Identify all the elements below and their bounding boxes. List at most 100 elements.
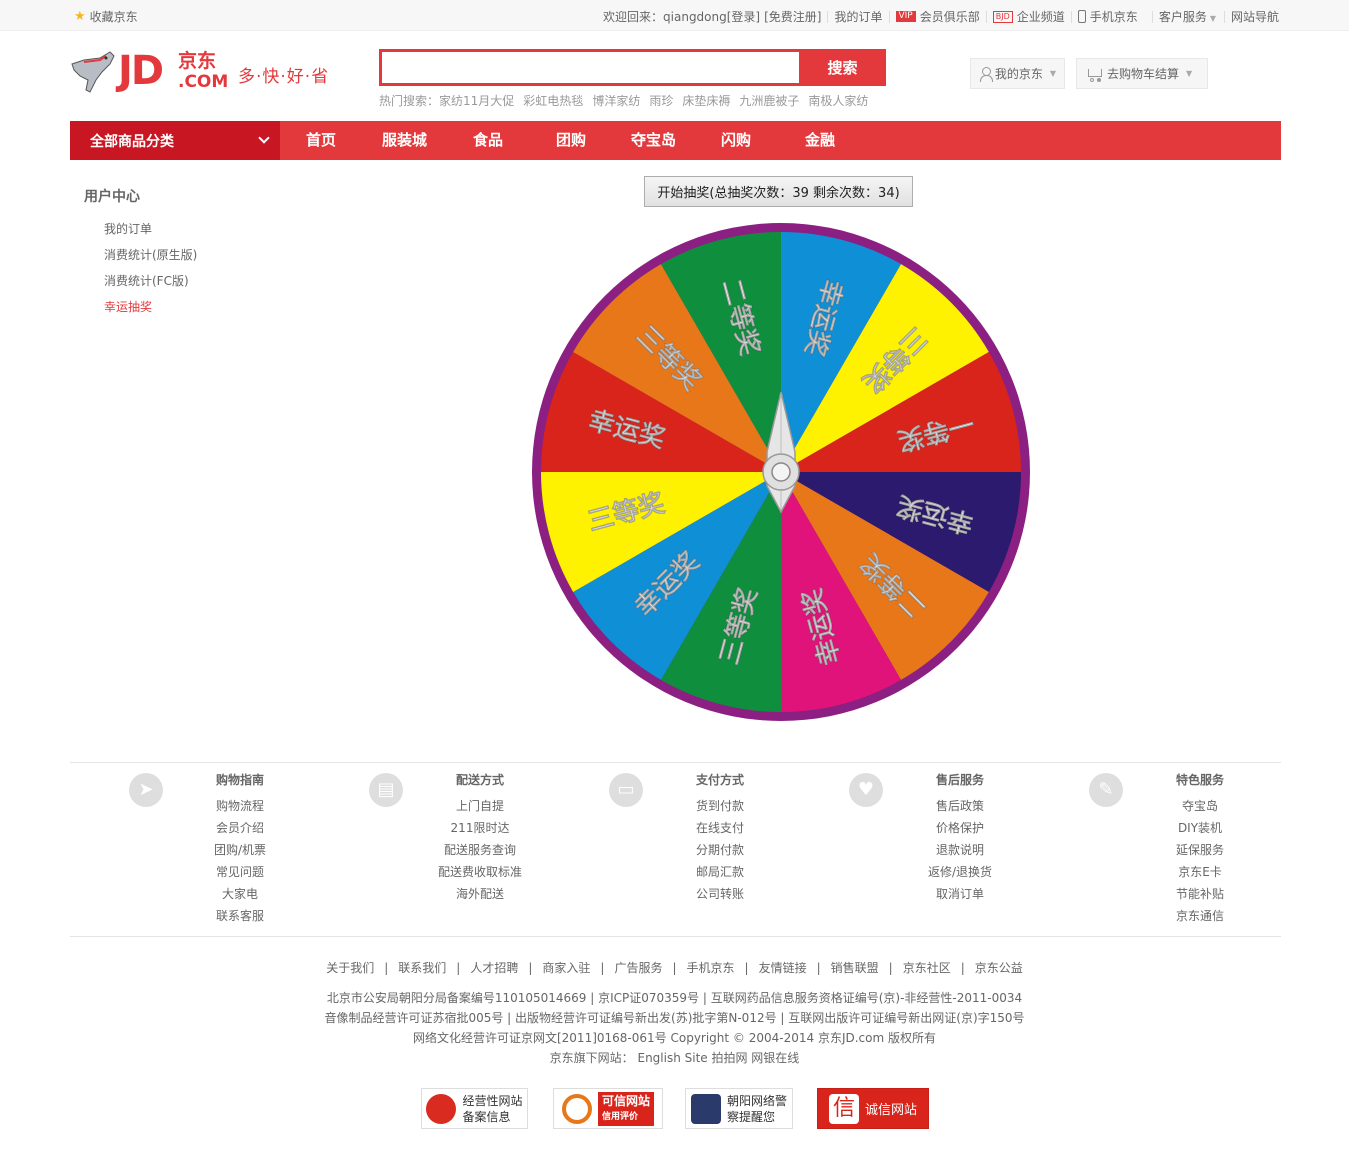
nav-item-finance[interactable]: 金融 xyxy=(805,121,835,160)
footer-bottom-link[interactable]: 人才招聘 xyxy=(470,961,518,975)
nav-item-home[interactable]: 首页 xyxy=(306,121,336,160)
divider xyxy=(1223,10,1225,23)
vip-club-link[interactable]: 会员俱乐部 xyxy=(920,8,980,25)
cert-badge-business-site[interactable]: 经营性网站 备案信息 xyxy=(421,1088,528,1129)
chevron-down-icon: ▼ xyxy=(1186,69,1193,78)
divider xyxy=(985,10,987,23)
footer-link[interactable]: 上门自提 xyxy=(420,797,540,814)
sidebar-item-lucky-draw[interactable]: 幸运抽奖 xyxy=(104,300,197,326)
footer-bottom-link[interactable]: 手机京东 xyxy=(687,961,735,975)
footer-column-title: 支付方式 xyxy=(695,773,744,787)
cert-badge-police[interactable]: 朝阳网络警 察提醒您 xyxy=(685,1088,793,1129)
divider: | xyxy=(672,961,677,975)
sidebar-item-spending-fc[interactable]: 消费统计(FC版) xyxy=(104,274,197,300)
search-input[interactable] xyxy=(379,49,799,86)
chevron-down-icon: ▼ xyxy=(1209,14,1216,23)
hot-search-link[interactable]: 床垫床褥 xyxy=(682,94,730,108)
footer-bottom-link[interactable]: 关于我们 xyxy=(326,961,374,975)
footer-link[interactable]: 公司转账 xyxy=(660,885,780,902)
footer-link[interactable]: 常见问题 xyxy=(180,863,300,880)
hot-search-link[interactable]: 九洲鹿被子 xyxy=(739,94,799,108)
footer-bottom-link[interactable]: 京东公益 xyxy=(975,961,1023,975)
footer-link[interactable]: 海外配送 xyxy=(420,885,540,902)
footer-bottom-link[interactable]: 联系我们 xyxy=(398,961,446,975)
user-center-sidebar: 用户中心 我的订单 消费统计(原生版) 消费统计(FC版) 幸运抽奖 xyxy=(84,186,197,326)
footer-link[interactable]: 团购/机票 xyxy=(180,841,300,858)
footer-link[interactable]: 返修/退换货 xyxy=(900,863,1020,880)
footer-link[interactable]: 购物流程 xyxy=(180,797,300,814)
footer-link[interactable]: 夺宝岛 xyxy=(1140,797,1260,814)
footer-link[interactable]: 大家电 xyxy=(180,885,300,902)
my-orders-link[interactable]: 我的订单 xyxy=(834,8,882,25)
hot-search-link[interactable]: 博洋家纺 xyxy=(592,94,640,108)
slogan: 多·快·好·省 xyxy=(238,67,330,87)
cart-button[interactable]: 去购物车结算 ▼ xyxy=(1076,58,1208,89)
divider: | xyxy=(600,961,605,975)
footer-link[interactable]: 211限时达 xyxy=(420,819,540,836)
divider: | xyxy=(528,961,533,975)
my-jd-button[interactable]: 我的京东 ▼ xyxy=(970,58,1065,89)
nav-item-food[interactable]: 食品 xyxy=(473,121,503,160)
hot-search-link[interactable]: 南极人家纺 xyxy=(808,94,868,108)
footer-link[interactable]: 配送服务查询 xyxy=(420,841,540,858)
footer-link[interactable]: DIY装机 xyxy=(1140,819,1260,836)
footer-column: ✎ 特色服务 夺宝岛 DIY装机 延保服务 京东E卡 节能补贴 京东通信 xyxy=(1030,763,1270,938)
mobile-jd-link[interactable]: 手机京东 xyxy=(1090,8,1138,25)
footer-column-title: 配送方式 xyxy=(455,773,504,787)
vip-icon: VIP xyxy=(895,11,916,22)
footer-link[interactable]: 售后政策 xyxy=(900,797,1020,814)
divider: | xyxy=(960,961,965,975)
footer-link[interactable]: 邮局汇款 xyxy=(660,863,780,880)
sidebar-item-spending-native[interactable]: 消费统计(原生版) xyxy=(104,248,197,274)
affiliate-sites: 京东旗下网站： English Site 拍拍网 网银在线 xyxy=(549,1051,800,1065)
footer-link[interactable]: 节能补贴 xyxy=(1140,885,1260,902)
cart-icon xyxy=(1085,67,1103,82)
divider xyxy=(1070,10,1072,23)
footer-column: ➤ 购物指南 购物流程 会员介绍 团购/机票 常见问题 大家电 联系客服 xyxy=(70,763,310,938)
copyright-line: 网络文化经营许可证京网文[2011]0168-061号 Copyright © … xyxy=(412,1031,936,1045)
welcome-login-link[interactable]: 欢迎回来：qiangdong[登录] xyxy=(603,8,760,25)
footer-bottom-link[interactable]: 京东社区 xyxy=(903,961,951,975)
nav-item-flash-sale[interactable]: 闪购 xyxy=(721,121,751,160)
sidebar-item-my-orders[interactable]: 我的订单 xyxy=(104,222,197,248)
site-nav-link[interactable]: 网站导航 xyxy=(1231,8,1279,25)
hot-search-link[interactable]: 家纺11月大促 xyxy=(439,94,514,108)
start-lottery-button[interactable]: 开始抽奖(总抽奖次数：39 剩余次数：34) xyxy=(644,176,913,207)
footer-bottom-link[interactable]: 广告服务 xyxy=(614,961,662,975)
top-bar: ★ 收藏京东 欢迎回来：qiangdong[登录] [免费注册] 我的订单 VI… xyxy=(0,0,1349,31)
search-button[interactable]: 搜索 xyxy=(799,49,886,86)
footer-link[interactable]: 货到付款 xyxy=(660,797,780,814)
nav-item-groupbuy[interactable]: 团购 xyxy=(556,121,586,160)
footer-bottom-link[interactable]: 商家入驻 xyxy=(542,961,590,975)
footer-link[interactable]: 配送费收取标准 xyxy=(420,863,540,880)
footer-link[interactable]: 京东E卡 xyxy=(1140,863,1260,880)
favorite-link[interactable]: ★ 收藏京东 xyxy=(74,8,138,25)
footer-bottom-link[interactable]: 友情链接 xyxy=(759,961,807,975)
all-categories-menu[interactable]: 全部商品分类 xyxy=(70,121,280,160)
hot-search-link[interactable]: 雨珍 xyxy=(649,94,673,108)
wrench-icon: ✎ xyxy=(1089,773,1123,807)
footer-link[interactable]: 价格保护 xyxy=(900,819,1020,836)
footer-link[interactable]: 会员介绍 xyxy=(180,819,300,836)
cert-badge-trusted-site[interactable]: 可信网站 信用评价 xyxy=(553,1088,663,1129)
nav-item-treasure-island[interactable]: 夺宝岛 xyxy=(631,121,676,160)
footer-bottom-link[interactable]: 销售联盟 xyxy=(831,961,879,975)
register-link[interactable]: [免费注册] xyxy=(764,8,821,25)
footer-link[interactable]: 退款说明 xyxy=(900,841,1020,858)
customer-service-menu[interactable]: 客户服务 ▼ xyxy=(1159,8,1216,25)
hot-search-link[interactable]: 彩虹电热毯 xyxy=(523,94,583,108)
footer-link[interactable]: 在线支付 xyxy=(660,819,780,836)
lottery-wheel[interactable]: 幸运奖三等奖一等奖幸运奖二等奖幸运奖三等奖幸运奖三等奖幸运奖三等奖 二等奖 xyxy=(531,222,1031,722)
footer-link[interactable]: 分期付款 xyxy=(660,841,780,858)
credit-icon: 信 xyxy=(828,1093,859,1124)
footer-link[interactable]: 联系客服 xyxy=(180,907,300,924)
nav-item-clothing[interactable]: 服装城 xyxy=(382,121,427,160)
jd-dog-logo-icon xyxy=(71,51,115,93)
cert-badge-credit-site[interactable]: 信 诚信网站 xyxy=(817,1088,929,1129)
jd-logo[interactable]: JD 京东 .COM 多·快·好·省 xyxy=(70,46,340,102)
footer-link[interactable]: 京东通信 xyxy=(1140,907,1260,924)
enterprise-link[interactable]: 企业频道 xyxy=(1017,8,1065,25)
footer-link[interactable]: 取消订单 xyxy=(900,885,1020,902)
footer-link[interactable]: 延保服务 xyxy=(1140,841,1260,858)
footer-column: ▭ 支付方式 货到付款 在线支付 分期付款 邮局汇款 公司转账 xyxy=(550,763,790,938)
